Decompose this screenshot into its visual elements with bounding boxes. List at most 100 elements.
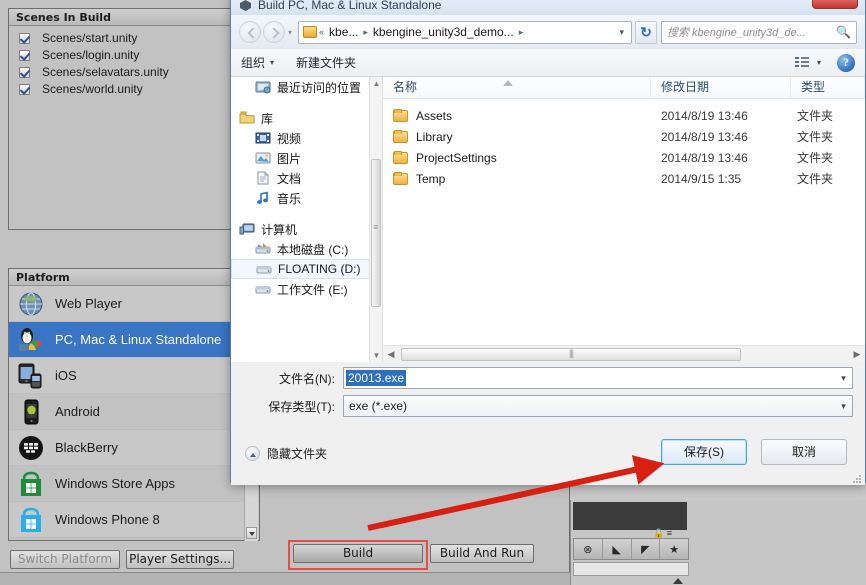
cancel-button[interactable]: 取消 xyxy=(761,439,847,465)
scene-label: Scenes/start.unity xyxy=(42,31,138,45)
address-bar[interactable]: « kbe... ▸ kbengine_unity3d_demo... ▸ ▾ xyxy=(298,20,632,44)
unity-status-strip xyxy=(0,572,570,585)
new-folder-button[interactable]: 新建文件夹 xyxy=(296,54,356,71)
tree-item-label: 工作文件 (E:) xyxy=(277,282,348,297)
navigation-pane-scrollbar[interactable]: ▲ ▼ xyxy=(369,77,382,362)
savetype-value: exe (*.exe) xyxy=(349,399,408,413)
save-button[interactable]: 保存(S) xyxy=(661,439,747,465)
platform-item-web-player[interactable]: Web Player xyxy=(9,286,259,322)
scroll-up-arrow-icon[interactable]: ▲ xyxy=(370,77,382,90)
navigation-pane: 最近访问的位置 库 视频 图片 文档 音乐 计算机 本地磁盘 (C:) FLOA… xyxy=(231,77,383,362)
pictures-icon xyxy=(255,151,271,165)
scene-checkbox[interactable] xyxy=(19,67,30,78)
scroll-right-arrow-icon[interactable]: ▶ xyxy=(849,349,865,360)
tree-item-videos[interactable]: 视频 xyxy=(231,128,382,148)
platform-item-ios[interactable]: iOS xyxy=(9,358,259,394)
close-icon[interactable] xyxy=(812,0,858,9)
column-header-date[interactable]: 修改日期 xyxy=(651,77,791,99)
breadcrumb-separator-icon[interactable]: ▸ xyxy=(361,27,370,38)
search-input[interactable]: 搜索 kbengine_unity3d_de... 🔍 xyxy=(661,20,857,44)
file-row[interactable]: Assets 2014/8/19 13:46 文件夹 xyxy=(383,105,865,126)
address-dropdown-icon[interactable]: ▾ xyxy=(619,27,627,38)
build-button[interactable]: Build xyxy=(293,544,423,563)
refresh-icon[interactable]: ↻ xyxy=(635,20,657,44)
scene-row[interactable]: Scenes/world.unity xyxy=(9,81,235,98)
column-header-name[interactable]: 名称 xyxy=(383,77,651,99)
tree-item-floating-d[interactable]: FLOATING (D:) xyxy=(231,259,382,279)
file-row[interactable]: ProjectSettings 2014/8/19 13:46 文件夹 xyxy=(383,147,865,168)
scroll-down-arrow-icon[interactable] xyxy=(246,527,257,539)
breadcrumb-segment-1[interactable]: kbe... xyxy=(326,25,361,39)
tree-item-libraries[interactable]: 库 xyxy=(231,108,382,128)
resize-grip[interactable] xyxy=(852,473,862,483)
platform-item-blackberry[interactable]: BlackBerry xyxy=(9,430,259,466)
build-and-run-button[interactable]: Build And Run xyxy=(430,544,534,563)
tree-item-recent-places[interactable]: 最近访问的位置 xyxy=(231,77,382,97)
breadcrumb-segment-2[interactable]: kbengine_unity3d_demo... xyxy=(370,25,517,39)
column-header-type[interactable]: 类型 xyxy=(791,77,865,99)
tree-item-documents[interactable]: 文档 xyxy=(231,168,382,188)
file-name-label: ProjectSettings xyxy=(416,150,497,165)
inspector-favorite-icon[interactable]: ★ xyxy=(660,539,688,559)
chevron-down-icon[interactable]: ▾ xyxy=(835,401,852,412)
breadcrumb-separator-icon[interactable]: ▸ xyxy=(517,27,526,38)
scroll-down-arrow-icon[interactable]: ▼ xyxy=(370,349,382,362)
drive-icon xyxy=(255,282,271,296)
tree-item-label: 计算机 xyxy=(261,222,298,237)
build-button-group: Build xyxy=(288,540,428,567)
scene-checkbox[interactable] xyxy=(19,50,30,61)
savetype-select[interactable]: exe (*.exe) ▾ xyxy=(343,395,853,417)
back-button[interactable] xyxy=(239,21,261,43)
scrollbar-thumb[interactable] xyxy=(401,347,741,361)
file-type-cell: 文件夹 xyxy=(797,130,834,144)
inspector-expander-icon[interactable] xyxy=(673,578,683,584)
platform-item-windows-phone[interactable]: Windows Phone 8 xyxy=(9,502,259,538)
inspector-tag-icon[interactable]: ◤ xyxy=(632,539,661,559)
tree-item-local-disk-c[interactable]: 本地磁盘 (C:) xyxy=(231,239,382,259)
file-row[interactable]: Temp 2014/9/15 1:35 文件夹 xyxy=(383,168,865,189)
tree-item-label: 本地磁盘 (C:) xyxy=(277,242,349,257)
platform-item-windows-store[interactable]: Windows Store Apps xyxy=(9,466,259,502)
help-icon[interactable]: ? xyxy=(837,53,855,72)
address-overflow-icon[interactable]: « xyxy=(317,27,326,37)
scene-checkbox[interactable] xyxy=(19,33,30,44)
scene-row[interactable]: Scenes/selavatars.unity xyxy=(9,64,235,81)
inspector-paint-icon[interactable]: ◣ xyxy=(603,539,632,559)
file-row[interactable]: Library 2014/8/19 13:46 文件夹 xyxy=(383,126,865,147)
scene-checkbox[interactable] xyxy=(19,84,30,95)
dialog-titlebar: Build PC, Mac & Linux Standalone xyxy=(231,0,865,15)
tree-item-work-files-e[interactable]: 工作文件 (E:) xyxy=(231,279,382,299)
platform-list: Web Player PC, Mac & Linux Standalone iO… xyxy=(9,286,259,541)
platform-header: Platform xyxy=(9,269,259,286)
recent-locations-caret-icon[interactable]: ▾ xyxy=(285,21,295,43)
tree-item-computer[interactable]: 计算机 xyxy=(231,219,382,239)
platform-item-standalone[interactable]: PC, Mac & Linux Standalone xyxy=(9,322,259,358)
chevron-down-icon[interactable]: ▾ xyxy=(835,373,852,384)
scenes-in-build-panel: Scenes In Build Scenes/start.unity Scene… xyxy=(8,8,236,230)
scrollbar-thumb[interactable] xyxy=(371,159,381,307)
view-mode-icon[interactable] xyxy=(794,56,809,69)
filename-input[interactable]: 20013.exe ▾ xyxy=(343,367,853,389)
tree-item-music[interactable]: 音乐 xyxy=(231,188,382,208)
platform-label: Web Player xyxy=(55,296,122,311)
file-name-label: Assets xyxy=(416,108,453,123)
scroll-left-arrow-icon[interactable]: ◀ xyxy=(383,349,399,360)
scene-row[interactable]: Scenes/login.unity xyxy=(9,47,235,64)
tree-item-pictures[interactable]: 图片 xyxy=(231,148,382,168)
view-mode-caret-icon[interactable]: ▾ xyxy=(817,58,821,67)
forward-button[interactable] xyxy=(263,21,285,43)
player-settings-button[interactable]: Player Settings... xyxy=(126,550,234,569)
file-list-horizontal-scrollbar[interactable]: ◀ ▶ xyxy=(383,345,865,362)
platform-item-android[interactable]: Android xyxy=(9,394,259,430)
switch-platform-button[interactable]: Switch Platform xyxy=(10,550,120,569)
hide-folders-toggle[interactable]: 隐藏文件夹 xyxy=(245,445,327,462)
windows-phone-icon xyxy=(17,506,45,534)
dialog-toolbar: 组织 ▾ 新建文件夹 ▾ ? xyxy=(231,49,865,77)
filename-row: 文件名(N): 20013.exe ▾ xyxy=(231,367,865,389)
organize-menu[interactable]: 组织 ▾ xyxy=(241,54,274,71)
scene-row[interactable]: Scenes/start.unity xyxy=(9,30,235,47)
unity-inspector-panel: 🔒 ≡ ⊗ ◣ ◤ ★ xyxy=(570,500,866,585)
file-type-cell: 文件夹 xyxy=(797,109,834,123)
android-icon xyxy=(17,398,45,426)
inspector-close-icon[interactable]: ⊗ xyxy=(574,539,603,559)
